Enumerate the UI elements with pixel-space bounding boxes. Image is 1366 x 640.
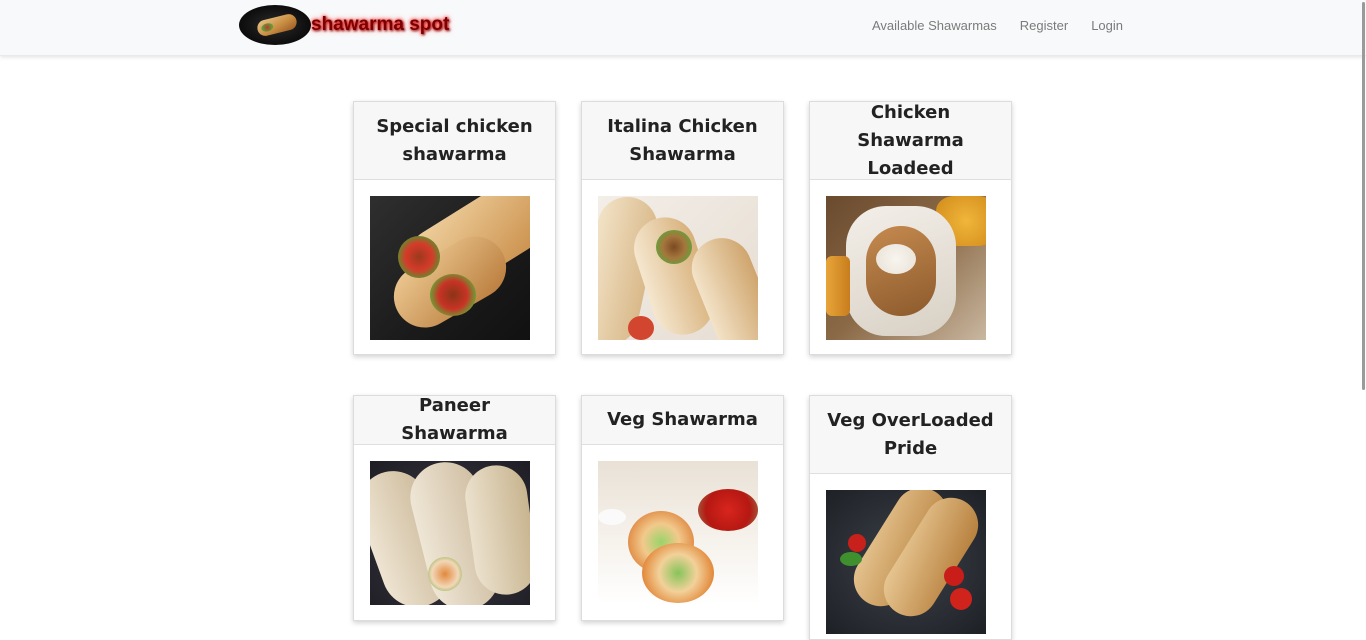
card-image xyxy=(598,461,758,605)
product-card[interactable]: Special chicken shawarma xyxy=(353,101,556,355)
product-card[interactable]: Italina Chicken Shawarma xyxy=(581,101,784,355)
card-image xyxy=(826,196,986,340)
product-card[interactable]: Paneer Shawarma xyxy=(353,395,556,621)
card-header: Chicken Shawarma Loadeed xyxy=(810,102,1011,180)
card-image xyxy=(826,490,986,634)
nav-links: Available Shawarmas Register Login xyxy=(872,18,1146,38)
brand-name: shawarma spot xyxy=(311,14,450,35)
product-card[interactable]: Veg OverLoaded Pride xyxy=(809,395,1012,640)
card-image xyxy=(370,461,530,605)
card-title: Paneer Shawarma xyxy=(401,395,508,444)
brand-logo-image xyxy=(239,5,311,45)
card-title: Special chicken shawarma xyxy=(376,115,533,165)
nav-link-register[interactable]: Register xyxy=(1020,18,1068,38)
card-image xyxy=(370,196,530,340)
card-header: Special chicken shawarma xyxy=(354,102,555,180)
card-header: Veg OverLoaded Pride xyxy=(810,396,1011,474)
card-header: Italina Chicken Shawarma xyxy=(582,102,783,180)
product-card[interactable]: Chicken Shawarma Loadeed xyxy=(809,101,1012,355)
card-title: Veg Shawarma xyxy=(607,409,758,430)
card-title: Chicken Shawarma Loadeed xyxy=(857,101,964,179)
brand-link[interactable]: shawarma spot xyxy=(239,5,449,45)
card-title: Italina Chicken Shawarma xyxy=(607,115,758,165)
nav-link-available-shawarmas[interactable]: Available Shawarmas xyxy=(872,18,997,38)
card-header: Veg Shawarma xyxy=(582,396,783,445)
nav-link-login[interactable]: Login xyxy=(1091,18,1123,38)
scrollbar-thumb[interactable] xyxy=(1362,2,1365,390)
card-image xyxy=(598,196,758,340)
navbar: shawarma spot Available Shawarmas Regist… xyxy=(0,0,1366,56)
product-card[interactable]: Veg Shawarma xyxy=(581,395,784,621)
card-title: Veg OverLoaded Pride xyxy=(827,409,994,459)
card-header: Paneer Shawarma xyxy=(354,395,555,445)
page-scrollbar[interactable] xyxy=(1360,0,1366,630)
